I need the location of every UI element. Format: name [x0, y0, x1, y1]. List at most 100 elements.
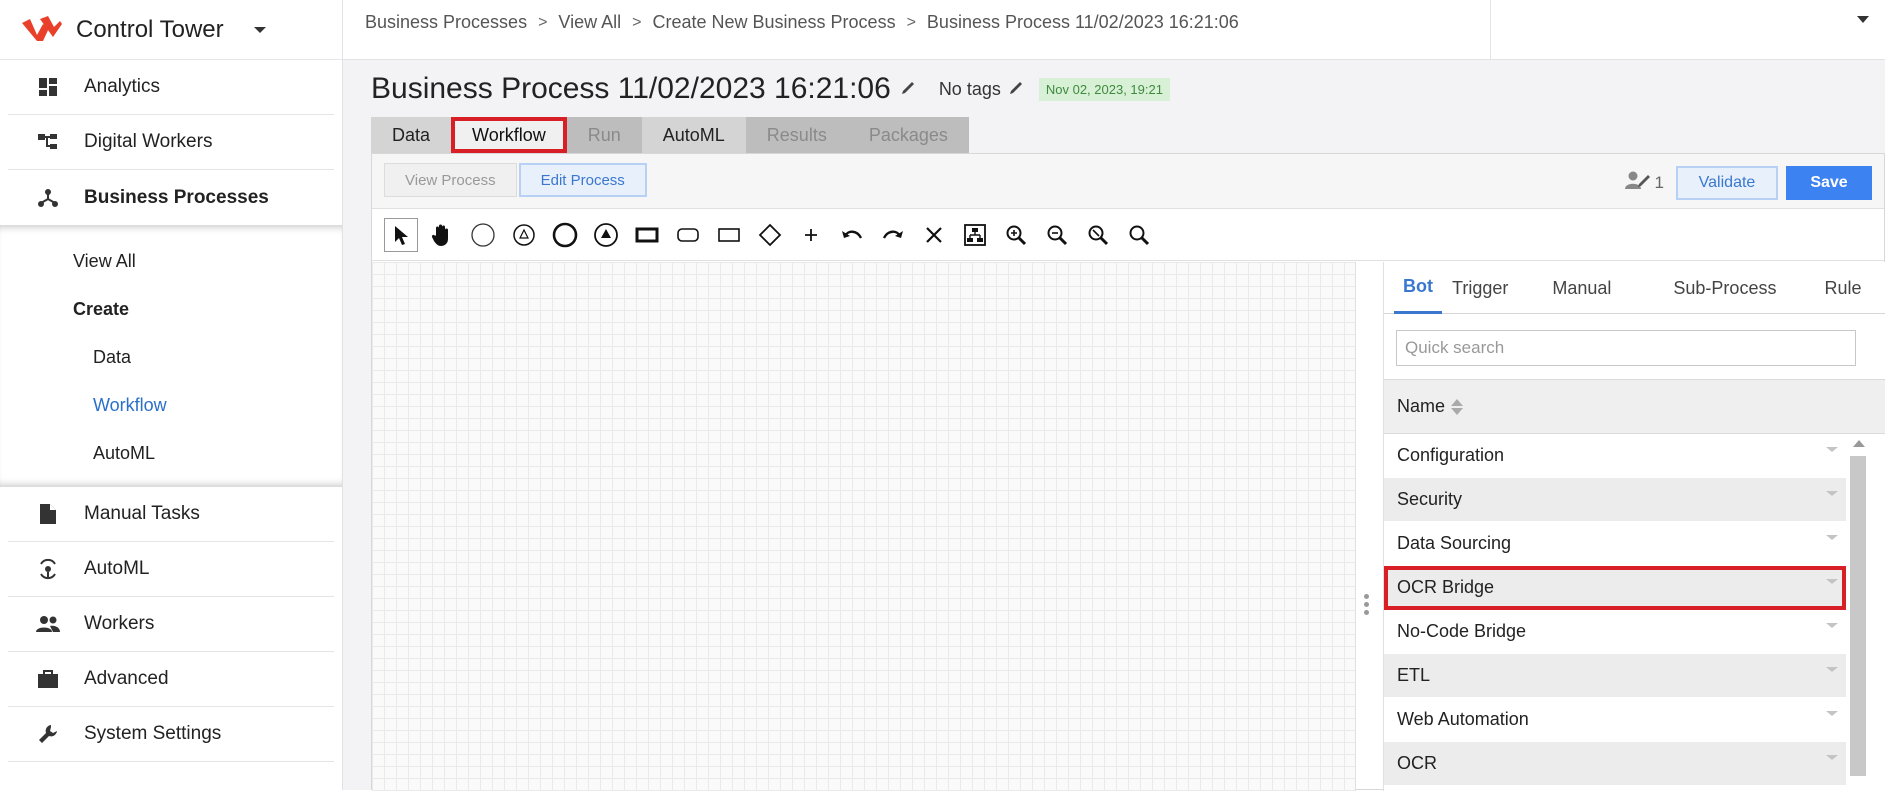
- sidebar-item-workers[interactable]: Workers: [8, 597, 334, 652]
- chevron-down-icon[interactable]: [1826, 491, 1838, 496]
- zoom-out-icon[interactable]: [1040, 218, 1074, 252]
- tab-data[interactable]: Data: [371, 117, 452, 153]
- sidebar-item-automl[interactable]: AutoML: [8, 542, 334, 597]
- intermediate-event-icon[interactable]: [507, 218, 541, 252]
- scroll-up-icon[interactable]: [1853, 440, 1865, 447]
- list-item-ocr-bridge[interactable]: OCR Bridge: [1384, 566, 1846, 610]
- hand-tool-icon[interactable]: [425, 218, 459, 252]
- start-event-icon[interactable]: [466, 218, 500, 252]
- undo-icon[interactable]: [835, 218, 869, 252]
- save-button[interactable]: Save: [1786, 166, 1872, 200]
- redo-icon[interactable]: [876, 218, 910, 252]
- list-item-label: Configuration: [1397, 445, 1505, 465]
- chevron-down-icon[interactable]: [1826, 535, 1838, 540]
- tab-packages[interactable]: Packages: [847, 117, 969, 153]
- edit-title-pencil-icon[interactable]: [901, 79, 917, 100]
- breadcrumb-current: Business Process 11/02/2023 16:21:06: [926, 12, 1239, 32]
- sidebar-item-manual-tasks[interactable]: Manual Tasks: [8, 487, 334, 542]
- list-item-ocr[interactable]: OCR: [1384, 742, 1846, 786]
- list-scrollbar[interactable]: [1848, 434, 1868, 776]
- breadcrumb-view-all[interactable]: View All: [558, 12, 621, 33]
- list-item-no-code-bridge[interactable]: No-Code Bridge: [1384, 610, 1846, 654]
- chevron-down-icon[interactable]: [1826, 623, 1838, 628]
- list-item-etl[interactable]: ETL: [1384, 654, 1846, 698]
- title-row: Business Process 11/02/2023 16:21:06 No …: [371, 72, 1170, 106]
- sidebar-item-system-settings[interactable]: System Settings: [8, 707, 334, 762]
- tab-automl[interactable]: AutoML: [641, 117, 746, 153]
- sidebar-item-digital-workers[interactable]: Digital Workers: [8, 115, 334, 170]
- validate-button[interactable]: Validate: [1676, 166, 1778, 200]
- user-edit-icon: [1624, 170, 1651, 195]
- list-item-label: OCR: [1397, 753, 1437, 773]
- subnav-automl[interactable]: AutoML: [0, 429, 342, 477]
- list-item-data-sourcing[interactable]: Data Sourcing: [1384, 522, 1846, 566]
- panel-splitter[interactable]: [1364, 594, 1369, 618]
- sidebar-item-label: System Settings: [84, 723, 222, 744]
- list-item-security[interactable]: Security: [1384, 478, 1846, 522]
- list-item-configuration[interactable]: Configuration: [1384, 434, 1846, 478]
- sidebar-item-label: Manual Tasks: [84, 503, 200, 524]
- diagram-canvas[interactable]: [372, 262, 1356, 791]
- list-item-web-automation[interactable]: Web Automation: [1384, 698, 1846, 742]
- diagram-toolbar: [372, 209, 1884, 261]
- subnav-view-all[interactable]: View All: [0, 237, 342, 285]
- sidebar-item-label: Workers: [84, 613, 155, 634]
- brand-header[interactable]: Control Tower: [0, 0, 342, 60]
- sidebar-item-advanced[interactable]: Advanced: [8, 652, 334, 707]
- people-icon: [36, 612, 60, 636]
- quick-search-box[interactable]: [1396, 330, 1856, 366]
- subprocess-shape-icon[interactable]: [712, 218, 746, 252]
- subnav-data[interactable]: Data: [0, 333, 342, 381]
- task-shape-icon[interactable]: [630, 218, 664, 252]
- tab-workflow[interactable]: Workflow: [451, 117, 567, 153]
- zoom-fit-icon[interactable]: [1122, 218, 1156, 252]
- view-process-button[interactable]: View Process: [384, 163, 517, 197]
- process-tabs: Data Workflow Run AutoML Results Package…: [371, 117, 969, 153]
- subnav-create[interactable]: Create: [0, 285, 342, 333]
- breadcrumb-business-processes[interactable]: Business Processes: [365, 12, 527, 33]
- subnav-workflow[interactable]: Workflow: [0, 381, 342, 429]
- chevron-down-icon[interactable]: [1826, 447, 1838, 452]
- chevron-down-icon[interactable]: [253, 26, 266, 33]
- chevron-right-icon: >: [538, 13, 548, 31]
- zoom-reset-icon[interactable]: [1081, 218, 1115, 252]
- edit-tags-pencil-icon[interactable]: [1009, 79, 1025, 100]
- signal-event-icon[interactable]: [589, 218, 623, 252]
- auto-layout-icon[interactable]: [958, 218, 992, 252]
- edit-process-button[interactable]: Edit Process: [518, 163, 647, 197]
- tab-results[interactable]: Results: [745, 117, 848, 153]
- palette-tab-manual[interactable]: Manual: [1552, 262, 1611, 314]
- zoom-in-icon[interactable]: [999, 218, 1033, 252]
- delete-icon[interactable]: [917, 218, 951, 252]
- chevron-down-icon[interactable]: [1826, 711, 1838, 716]
- breadcrumb-create-new[interactable]: Create New Business Process: [652, 12, 895, 33]
- sidebar-item-analytics[interactable]: Analytics: [8, 60, 334, 115]
- scrollbar-thumb[interactable]: [1850, 456, 1866, 776]
- mode-toggle: View Process Edit Process: [384, 163, 647, 197]
- topbar-divider: [1490, 0, 1491, 59]
- gateway-icon[interactable]: [753, 218, 787, 252]
- wrench-icon: [36, 722, 60, 746]
- chevron-down-icon[interactable]: [1826, 579, 1838, 584]
- palette-tab-trigger[interactable]: Trigger: [1452, 262, 1508, 314]
- sort-icon[interactable]: [1451, 398, 1464, 415]
- bot-list: Configuration Security Data Sourcing OCR…: [1384, 434, 1885, 786]
- chevron-down-icon[interactable]: [1826, 755, 1838, 760]
- palette-tab-sub-process[interactable]: Sub-Process: [1673, 262, 1776, 314]
- collaborators-count: 1: [1654, 172, 1664, 192]
- rounded-task-icon[interactable]: [671, 218, 705, 252]
- quick-search-input[interactable]: [1405, 338, 1855, 358]
- name-column-header[interactable]: Name: [1384, 379, 1885, 434]
- collaborators-indicator[interactable]: 1: [1624, 170, 1664, 195]
- sidebar-item-business-processes[interactable]: Business Processes: [8, 170, 334, 225]
- chevron-down-icon[interactable]: [1826, 667, 1838, 672]
- palette-tab-bot[interactable]: Bot: [1394, 262, 1442, 314]
- palette-tab-rule[interactable]: Rule: [1824, 262, 1861, 314]
- chevron-down-icon[interactable]: [1857, 16, 1869, 23]
- end-event-icon[interactable]: [548, 218, 582, 252]
- page-title: Business Process 11/02/2023 16:21:06: [371, 72, 891, 105]
- app-title: Control Tower: [76, 15, 224, 43]
- tab-run[interactable]: Run: [566, 117, 642, 153]
- pointer-tool-icon[interactable]: [384, 217, 418, 252]
- add-icon[interactable]: [794, 218, 828, 252]
